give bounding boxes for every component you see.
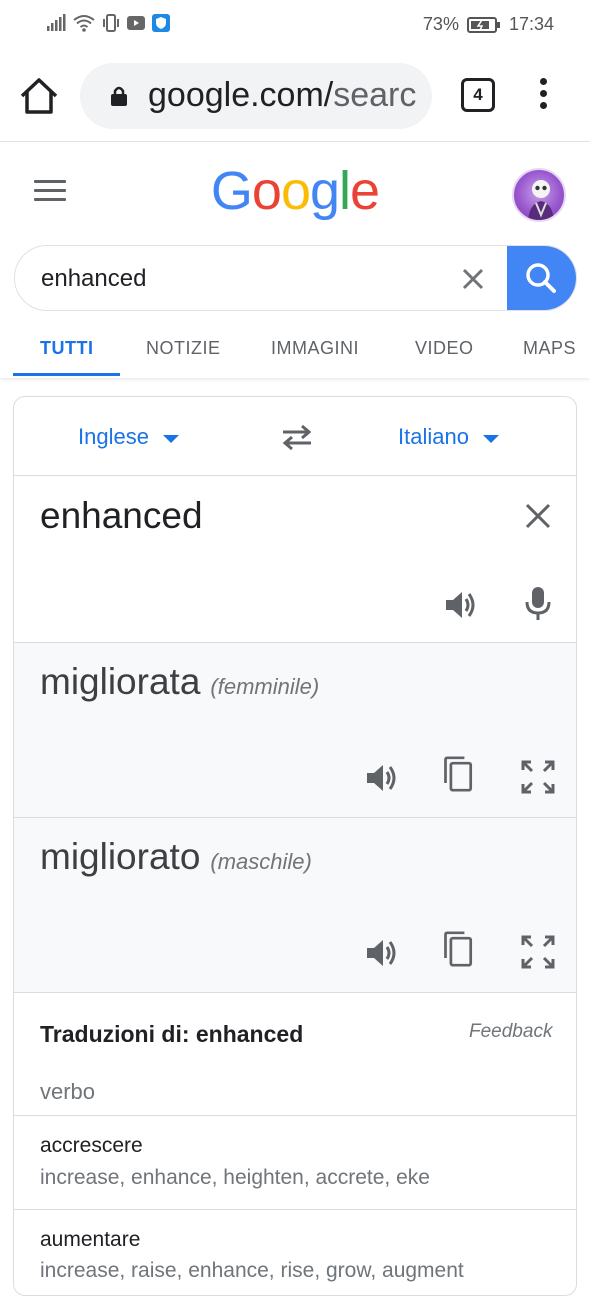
- part-of-speech-label: verbo: [40, 1079, 96, 1104]
- result-word: migliorata (femminile): [40, 661, 320, 702]
- wifi-icon: [73, 15, 95, 32]
- speaker-icon[interactable]: [363, 760, 399, 796]
- translation-entry-word: aumentare: [40, 1228, 141, 1251]
- gender-label: (maschile): [210, 849, 312, 874]
- active-tab-indicator: [13, 373, 120, 376]
- logo-letter: l: [339, 161, 351, 221]
- tab-tutti[interactable]: TUTTI: [40, 338, 94, 359]
- battery-icon: [466, 16, 500, 33]
- battery-percent: 73%: [422, 14, 459, 34]
- browser-toolbar: google.com/searc 4: [0, 50, 590, 142]
- url-text: google.com/searc: [148, 76, 417, 114]
- copy-icon[interactable]: [441, 931, 477, 967]
- search-input[interactable]: enhanced: [41, 265, 146, 293]
- tab-maps[interactable]: MAPS: [523, 338, 576, 359]
- logo-letter: o: [280, 161, 311, 221]
- logo-letter: e: [350, 161, 380, 221]
- status-bar: 73% 17:34: [0, 0, 590, 50]
- youtube-icon: [127, 16, 145, 30]
- fullscreen-icon[interactable]: [520, 759, 556, 795]
- logo-letter: G: [210, 161, 253, 221]
- translation-result: migliorato (maschile): [14, 818, 576, 992]
- copy-icon[interactable]: [441, 756, 477, 792]
- clear-search-icon[interactable]: [460, 266, 486, 292]
- logo-letter: o: [251, 161, 282, 221]
- status-right: 73% 17:34: [423, 14, 554, 35]
- address-bar[interactable]: google.com/searc: [80, 63, 432, 129]
- tab-notizie[interactable]: NOTIZIE: [146, 338, 221, 359]
- source-language-label: Inglese: [78, 424, 149, 449]
- divider: [14, 475, 576, 476]
- tab-video[interactable]: VIDEO: [415, 338, 474, 359]
- result-word: migliorato (maschile): [40, 836, 312, 877]
- vibrate-icon: [103, 14, 119, 32]
- divider: [14, 992, 576, 993]
- search-box[interactable]: enhanced: [14, 245, 577, 311]
- translation-entry-synonyms: increase, enhance, heighten, accrete, ek…: [40, 1166, 430, 1189]
- signal-icon: [47, 14, 66, 31]
- lock-icon: [111, 86, 127, 106]
- target-language-selector[interactable]: Italiano: [398, 424, 499, 450]
- avatar[interactable]: [512, 168, 566, 222]
- speaker-icon[interactable]: [363, 935, 399, 971]
- google-logo: Google: [0, 160, 590, 222]
- translate-card: Inglese Italiano enhanced migliorata (fem…: [13, 396, 577, 1296]
- translation-entry-word: accrescere: [40, 1134, 143, 1157]
- translations-heading: Traduzioni di: enhanced: [40, 1021, 304, 1047]
- dropdown-arrow-icon: [162, 434, 179, 443]
- search-button[interactable]: [507, 246, 576, 310]
- source-language-selector[interactable]: Inglese: [78, 424, 179, 450]
- search-tabs: TUTTI NOTIZIE IMMAGINI VIDEO MAPS: [0, 318, 590, 378]
- tab-switcher-button[interactable]: 4: [461, 78, 495, 112]
- more-menu-icon[interactable]: [532, 78, 554, 114]
- search-icon: [526, 263, 556, 293]
- shield-app-icon: [152, 14, 170, 32]
- status-icons: [46, 14, 170, 32]
- tab-immagini[interactable]: IMMAGINI: [271, 338, 359, 359]
- divider: [14, 1209, 576, 1210]
- clock: 17:34: [508, 14, 554, 34]
- swap-languages-icon[interactable]: [280, 423, 314, 451]
- dropdown-arrow-icon: [482, 434, 499, 443]
- translation-entry-synonyms: increase, raise, enhance, rise, grow, au…: [40, 1259, 464, 1282]
- speaker-icon[interactable]: [442, 587, 478, 623]
- source-text-input[interactable]: enhanced: [40, 495, 203, 537]
- divider: [14, 1115, 576, 1116]
- home-icon[interactable]: [18, 76, 60, 116]
- clear-source-icon[interactable]: [525, 503, 551, 529]
- logo-letter: g: [310, 161, 340, 221]
- microphone-icon[interactable]: [520, 585, 556, 621]
- feedback-link[interactable]: Feedback: [469, 1021, 552, 1043]
- target-language-label: Italiano: [398, 424, 469, 449]
- fullscreen-icon[interactable]: [520, 934, 556, 970]
- translation-result: migliorata (femminile): [14, 643, 576, 817]
- gender-label: (femminile): [210, 674, 320, 699]
